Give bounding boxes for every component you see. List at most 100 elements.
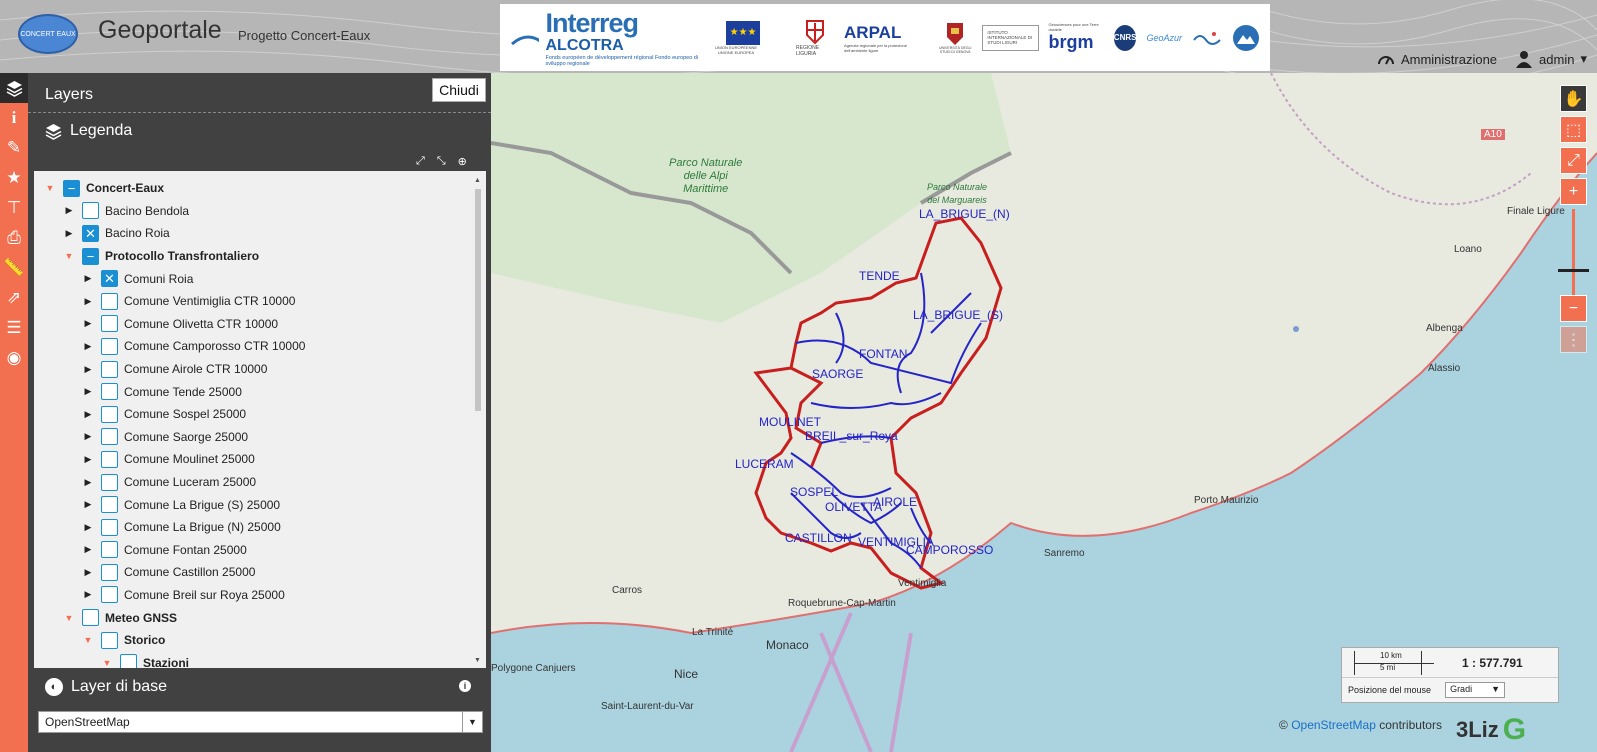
layer-tree-row[interactable]: ▶ Bacino Bendola — [34, 200, 486, 223]
layer-checkbox[interactable] — [101, 631, 118, 649]
measure-button[interactable]: 📏 — [0, 253, 28, 283]
caret-down-icon[interactable]: ▼ — [101, 658, 113, 668]
admin-link[interactable]: Amministrazione — [1377, 50, 1497, 68]
caret-right-icon[interactable]: ▶ — [82, 364, 94, 375]
caret-right-icon[interactable]: ▶ — [82, 431, 94, 442]
layer-tree-row[interactable]: ▶ Comune Moulinet 25000 — [34, 448, 486, 471]
collapse-all-icon[interactable]: ⤡ — [437, 155, 446, 168]
layer-checkbox[interactable] — [101, 518, 118, 536]
close-button[interactable]: Chiudi — [432, 78, 486, 102]
layer-tree-row[interactable]: ▶ Comune Saorge 25000 — [34, 426, 486, 449]
layer-tree-row[interactable]: ▼ − Concert-Eaux — [34, 177, 486, 200]
locate-button[interactable]: ⊤ — [0, 193, 28, 223]
zoom-slider[interactable] — [1572, 209, 1575, 297]
zoom-extent-button[interactable]: ⤢ — [1560, 147, 1587, 174]
layer-tree-row[interactable]: ▶ Comune Luceram 25000 — [34, 471, 486, 494]
lizmap-logo[interactable]: 3Liz G — [1456, 707, 1556, 752]
tree-scrollbar-thumb[interactable] — [475, 189, 481, 411]
layer-tree-row[interactable]: ▶ Comune Fontan 25000 — [34, 539, 486, 562]
caret-right-icon[interactable]: ▶ — [63, 228, 75, 239]
layer-checkbox[interactable] — [101, 450, 118, 468]
layer-checkbox[interactable]: ✕ — [82, 224, 99, 242]
print-button[interactable]: ⎙ — [0, 223, 28, 253]
globe-button[interactable]: ◉ — [0, 343, 28, 373]
zoom-in-button[interactable]: + — [1560, 178, 1587, 205]
layer-checkbox[interactable] — [101, 541, 118, 559]
caret-right-icon[interactable]: ▶ — [82, 296, 94, 307]
layer-tree-row[interactable]: ▶ Comune Castillon 25000 — [34, 561, 486, 584]
units-select[interactable]: Gradi ▼ — [1445, 682, 1506, 698]
layer-checkbox[interactable] — [82, 609, 99, 627]
layer-checkbox[interactable] — [101, 563, 118, 581]
concert-eaux-logo[interactable]: CONCERT EAUX — [18, 14, 78, 54]
tree-scrollbar[interactable]: ▲ ▼ — [473, 177, 483, 664]
info-icon[interactable]: i — [459, 680, 471, 692]
layer-checkbox[interactable] — [120, 654, 137, 668]
caret-right-icon[interactable]: ▶ — [82, 341, 94, 352]
layer-checkbox[interactable] — [101, 360, 118, 378]
map-canvas[interactable]: LA_BRIGUE_(N) TENDE LA_BRIGUE_(S) FONTAN SAO… — [491, 73, 1597, 752]
caret-right-icon[interactable]: ▶ — [82, 409, 94, 420]
caret-right-icon[interactable]: ▶ — [82, 318, 94, 329]
layer-tree-row[interactable]: ▶ Comune Breil sur Roya 25000 — [34, 584, 486, 607]
caret-right-icon[interactable]: ▶ — [82, 589, 94, 600]
caret-right-icon[interactable]: ▶ — [82, 544, 94, 555]
layer-checkbox[interactable] — [101, 586, 118, 604]
zoom-to-layer-icon[interactable]: ⊕ — [458, 155, 467, 168]
layer-tree-row[interactable]: ▶ Comune Ventimiglia CTR 10000 — [34, 290, 486, 313]
caret-down-icon[interactable]: ▼ — [44, 183, 56, 193]
layer-checkbox[interactable]: ✕ — [101, 270, 118, 288]
layer-tree-row[interactable]: ▼ − Protocollo Transfrontaliero — [34, 245, 486, 268]
layer-checkbox[interactable] — [101, 428, 118, 446]
zoom-out-button[interactable]: − — [1560, 295, 1587, 322]
zoom-slider-handle[interactable] — [1558, 269, 1589, 272]
layer-tree-row[interactable]: ▼ Storico — [34, 629, 486, 652]
layer-tree-row[interactable]: ▶ ✕ Comuni Roia — [34, 267, 486, 290]
pan-button[interactable]: ✋ — [1560, 85, 1587, 112]
layer-checkbox[interactable] — [101, 337, 118, 355]
expand-all-icon[interactable]: ⤢ — [416, 155, 425, 168]
layer-tree-row[interactable]: ▼ Meteo GNSS — [34, 606, 486, 629]
caret-right-icon[interactable]: ▶ — [82, 567, 94, 578]
caret-down-icon[interactable]: ▼ — [63, 251, 75, 261]
layer-tree-row[interactable]: ▶ Comune La Brigue (S) 25000 — [34, 493, 486, 516]
zoom-box-button[interactable]: ⬚ — [1560, 116, 1587, 143]
previous-extent-button[interactable]: ⋮ — [1560, 326, 1587, 353]
bookmark-button[interactable]: ★ — [0, 163, 28, 193]
edit-button[interactable]: ✎ — [0, 133, 28, 163]
caret-right-icon[interactable]: ▶ — [82, 477, 94, 488]
layer-checkbox[interactable]: − — [82, 247, 99, 265]
layer-checkbox[interactable] — [101, 405, 118, 423]
legend-header[interactable]: Legenda — [45, 122, 132, 140]
layers-button[interactable] — [0, 73, 28, 103]
layer-tree-row[interactable]: ▶ Comune Sospel 25000 — [34, 403, 486, 426]
caret-right-icon[interactable]: ▶ — [63, 205, 75, 216]
layer-checkbox[interactable] — [101, 315, 118, 333]
caret-right-icon[interactable]: ▶ — [82, 454, 94, 465]
layer-tree-row[interactable]: ▶ Comune Olivetta CTR 10000 — [34, 313, 486, 336]
layer-checkbox[interactable] — [82, 202, 99, 220]
info-button[interactable]: i — [0, 103, 28, 133]
caret-down-icon[interactable]: ▼ — [63, 613, 75, 623]
osm-link[interactable]: OpenStreetMap — [1291, 718, 1376, 732]
caret-right-icon[interactable]: ▶ — [82, 386, 94, 397]
caret-right-icon[interactable]: ▶ — [82, 522, 94, 533]
layer-tree-row[interactable]: ▶ Comune Airole CTR 10000 — [34, 358, 486, 381]
share-button[interactable]: ⇗ — [0, 283, 28, 313]
layer-tree-row[interactable]: ▼ Stazioni — [34, 651, 486, 668]
layer-tree-row[interactable]: ▶ Comune Camporosso CTR 10000 — [34, 335, 486, 358]
caret-right-icon[interactable]: ▶ — [82, 499, 94, 510]
baselayer-select[interactable]: OpenStreetMap ▼ — [38, 711, 483, 733]
user-dropdown[interactable]: admin ▾ — [1515, 50, 1587, 68]
caret-right-icon[interactable]: ▶ — [82, 273, 94, 284]
caret-down-icon[interactable]: ▼ — [82, 635, 94, 645]
layer-tree-row[interactable]: ▶ Comune Tende 25000 — [34, 380, 486, 403]
list-button[interactable]: ☰ — [0, 313, 28, 343]
layer-checkbox[interactable] — [101, 383, 118, 401]
layer-tree-row[interactable]: ▶ Comune La Brigue (N) 25000 — [34, 516, 486, 539]
layer-checkbox[interactable] — [101, 496, 118, 514]
layer-checkbox[interactable]: − — [63, 179, 80, 197]
layer-tree-row[interactable]: ▶ ✕ Bacino Roia — [34, 222, 486, 245]
layer-checkbox[interactable] — [101, 473, 118, 491]
layer-checkbox[interactable] — [101, 292, 118, 310]
